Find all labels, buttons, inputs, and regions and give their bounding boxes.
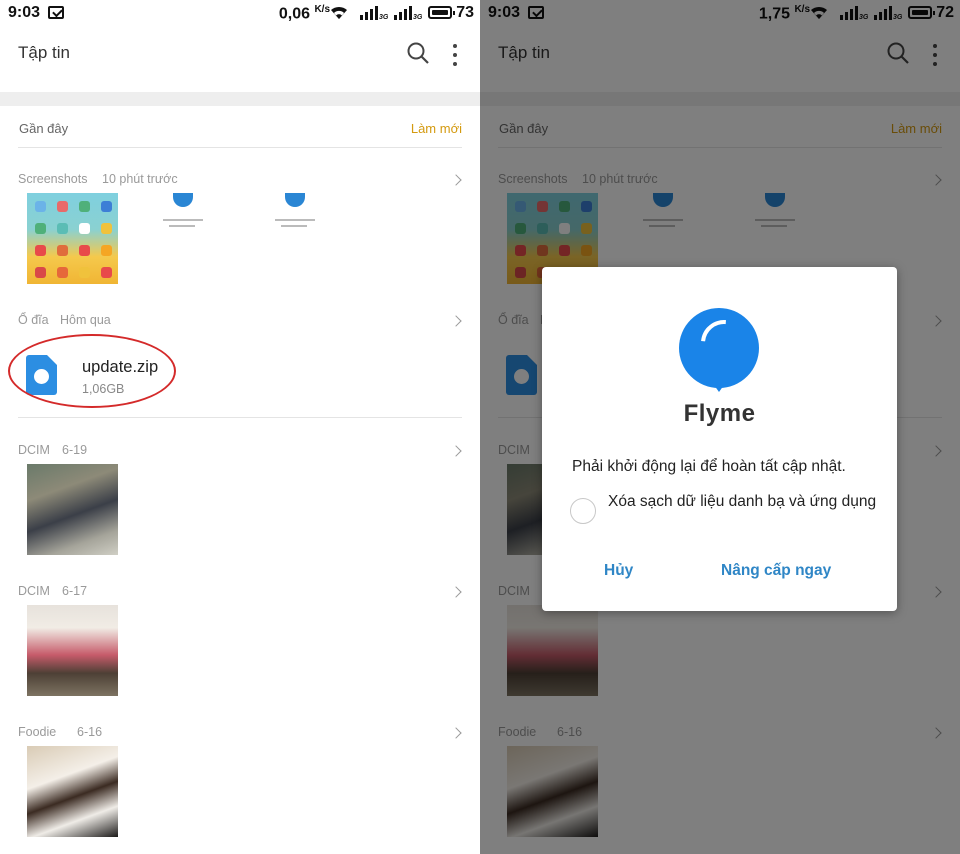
file-manager-screen-with-dialog: 9:03 1,75 K/s 3G 3G 72 Tập tin Gần đây L… — [480, 0, 960, 854]
page-title: Tập tin — [18, 43, 70, 62]
thumbnail-screenshot[interactable] — [27, 193, 118, 284]
signal-icon: 3G — [394, 6, 422, 21]
section-header-drive[interactable]: Ổ đĩa Hôm qua — [0, 313, 480, 335]
cancel-button[interactable]: Hủy — [604, 562, 633, 580]
flyme-logo-icon — [679, 308, 759, 388]
update-dialog: Flyme Phải khởi động lại để hoàn tất cập… — [542, 267, 897, 611]
thumbnail-photo[interactable] — [27, 746, 118, 837]
comparison-screenshots: 9:03 0,06 K/s 3G 3G 73 Tập tin Gần đây L… — [0, 0, 960, 854]
status-time: 9:03 — [8, 4, 41, 21]
battery-level: 73 — [456, 4, 474, 21]
annotation-circle — [8, 334, 176, 408]
network-speed: 0,06 K/s — [278, 4, 330, 23]
upgrade-now-button[interactable]: Nâng cấp ngay — [721, 562, 831, 580]
brand-name: Flyme — [683, 400, 756, 427]
thumbnail-screenshot[interactable] — [137, 193, 228, 284]
more-options-icon[interactable] — [450, 42, 460, 66]
chevron-right-icon — [450, 315, 462, 327]
battery-icon — [428, 6, 455, 19]
refresh-button[interactable]: Làm mới — [411, 121, 462, 136]
section-header-dcim[interactable]: DCIM 6-17 — [0, 584, 480, 606]
wifi-icon — [331, 6, 347, 19]
chevron-right-icon — [450, 174, 462, 186]
section-header-foodie[interactable]: Foodie 6-16 — [0, 725, 480, 747]
notification-icon — [48, 6, 64, 19]
wipe-data-checkbox[interactable] — [570, 498, 596, 524]
section-header-dcim[interactable]: DCIM 6-19 — [0, 443, 480, 465]
divider — [18, 417, 462, 418]
signal-icon: 3G — [360, 6, 388, 21]
file-manager-screen: 9:03 0,06 K/s 3G 3G 73 Tập tin Gần đây L… — [0, 0, 480, 854]
thumbnail-photo[interactable] — [27, 605, 118, 696]
section-header-screenshots[interactable]: Screenshots 10 phút trước — [0, 172, 480, 194]
chevron-right-icon — [450, 445, 462, 457]
wipe-data-label[interactable]: Xóa sạch dữ liệu danh bạ và ứng dụng — [608, 492, 878, 512]
chevron-right-icon — [450, 727, 462, 739]
chevron-right-icon — [450, 586, 462, 598]
separator-band — [0, 92, 480, 106]
status-bar: 9:03 0,06 K/s 3G 3G 73 — [0, 0, 480, 26]
app-bar: Tập tin — [0, 26, 480, 92]
thumbnail-screenshot[interactable] — [249, 193, 340, 284]
divider — [18, 147, 462, 148]
dialog-message: Phải khởi động lại để hoàn tất cập nhật. — [572, 458, 846, 475]
search-icon[interactable] — [406, 41, 430, 65]
recent-header: Gần đây Làm mới — [0, 106, 480, 148]
thumbnail-photo[interactable] — [27, 464, 118, 555]
recent-label: Gần đây — [19, 121, 69, 136]
